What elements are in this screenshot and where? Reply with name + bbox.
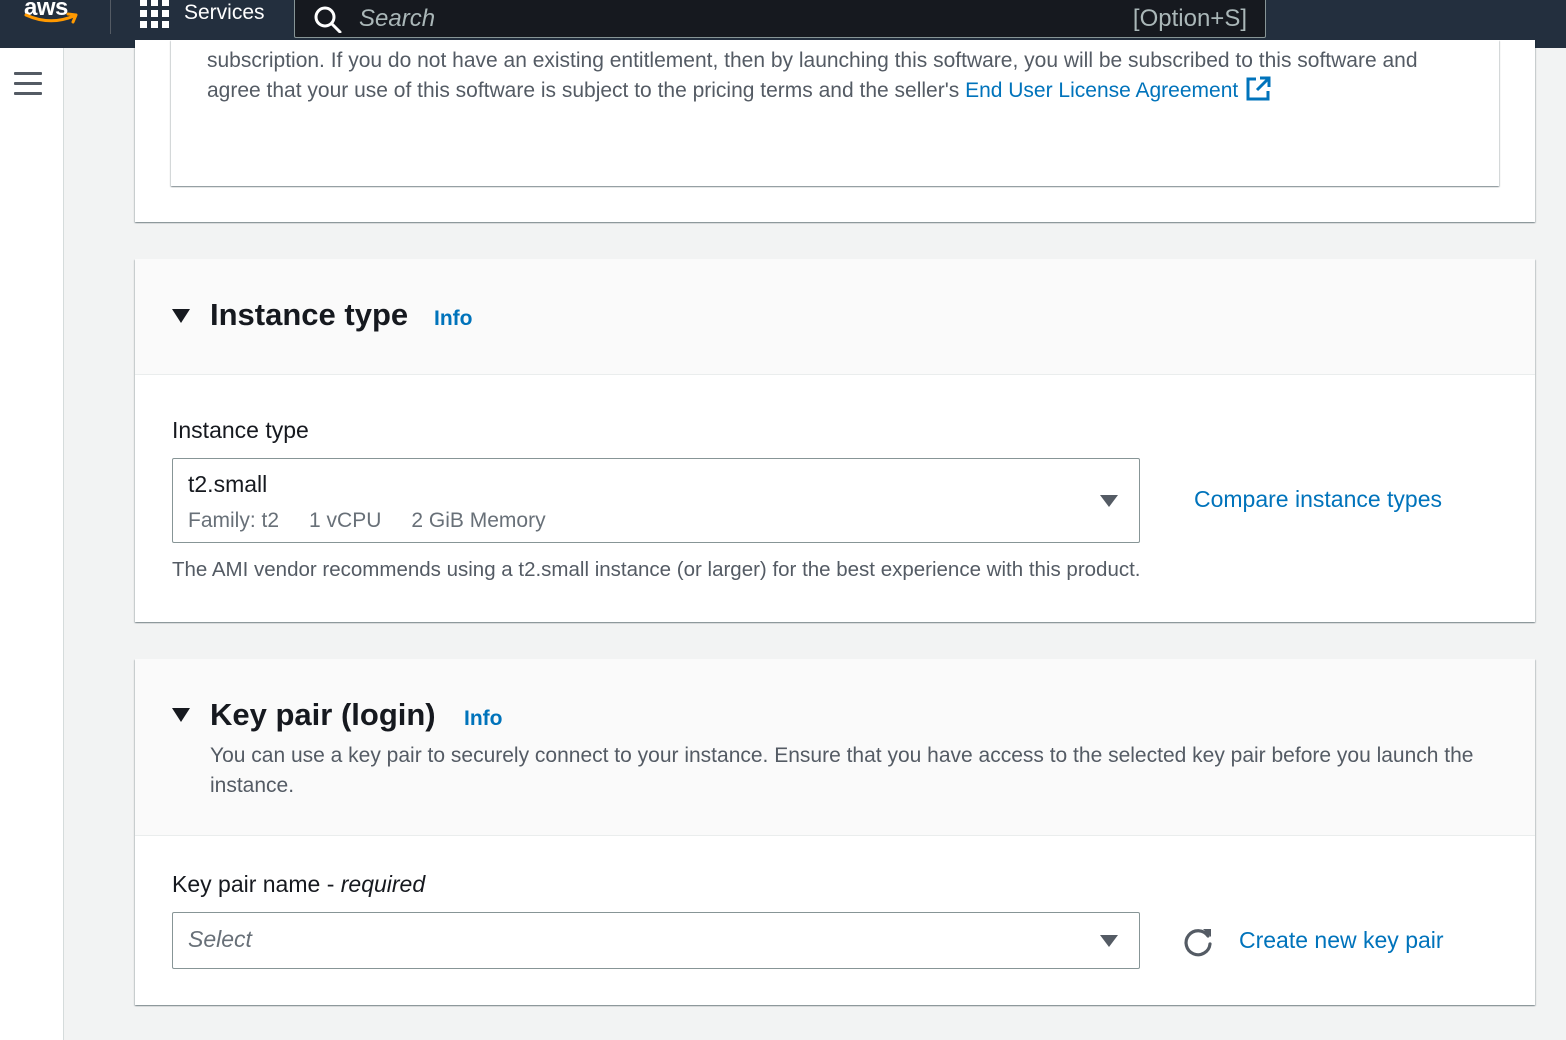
eula-link[interactable]: End User License Agreement [965,79,1238,102]
key-pair-name-label: Key pair name - required [172,871,425,898]
key-pair-info-link[interactable]: Info [464,707,502,731]
subscription-notice-text: subscription. If you do not have an exis… [207,46,1477,105]
key-pair-panel: Key pair (login) Info You can use a key … [135,659,1535,1005]
key-pair-title: Key pair (login) [210,697,436,732]
instance-vcpu: 1 vCPU [309,509,382,532]
compare-instance-types-link[interactable]: Compare instance types [1194,486,1442,513]
refresh-icon[interactable] [1181,925,1215,959]
key-pair-header: Key pair (login) Info You can use a key … [135,659,1535,836]
instance-type-select[interactable]: t2.small Family: t2 1 vCPU 2 GiB Memory [172,458,1140,543]
instance-type-title: Instance type [210,297,409,332]
grid-icon [140,0,170,28]
search-shortcut-hint: [Option+S] [1132,5,1247,32]
instance-type-panel: Instance type Info Instance type t2.smal… [135,259,1535,622]
software-subscription-panel: subscription. If you do not have an exis… [135,40,1535,222]
instance-family: Family: t2 [188,509,280,532]
required-marker: required [340,871,426,897]
key-pair-description: You can use a key pair to securely conne… [210,744,1474,797]
caret-down-icon[interactable] [171,707,191,723]
search-icon [314,6,342,33]
smile-icon [24,12,78,24]
dropdown-caret-icon [1100,935,1118,947]
selected-instance-name: t2.small [188,471,268,497]
services-menu-button[interactable]: Services [140,0,265,28]
instance-memory: 2 GiB Memory [411,509,546,532]
create-new-key-pair-link[interactable]: Create new key pair [1239,927,1444,954]
instance-type-header: Instance type Info [135,259,1535,375]
search-input[interactable] [359,5,1133,33]
key-pair-select-placeholder: Select [188,926,252,952]
external-link-icon[interactable] [1244,75,1272,103]
dropdown-caret-icon [1100,495,1118,507]
key-pair-select[interactable]: Select [172,912,1140,969]
instance-type-info-link[interactable]: Info [434,307,472,331]
aws-logo[interactable]: aws [24,0,82,34]
search-bar[interactable]: [Option+S] [294,0,1266,38]
instance-type-recommendation: The AMI vendor recommends using a t2.sma… [172,558,1141,581]
hamburger-icon[interactable] [14,72,42,96]
selected-instance-details: Family: t2 1 vCPU 2 GiB Memory [188,509,576,533]
key-pair-name-label-text: Key pair name - [172,871,341,897]
side-rail [0,48,64,1040]
instance-type-field-label: Instance type [172,417,309,443]
services-label: Services [184,1,265,24]
caret-down-icon[interactable] [171,308,191,324]
nav-divider [110,0,111,34]
